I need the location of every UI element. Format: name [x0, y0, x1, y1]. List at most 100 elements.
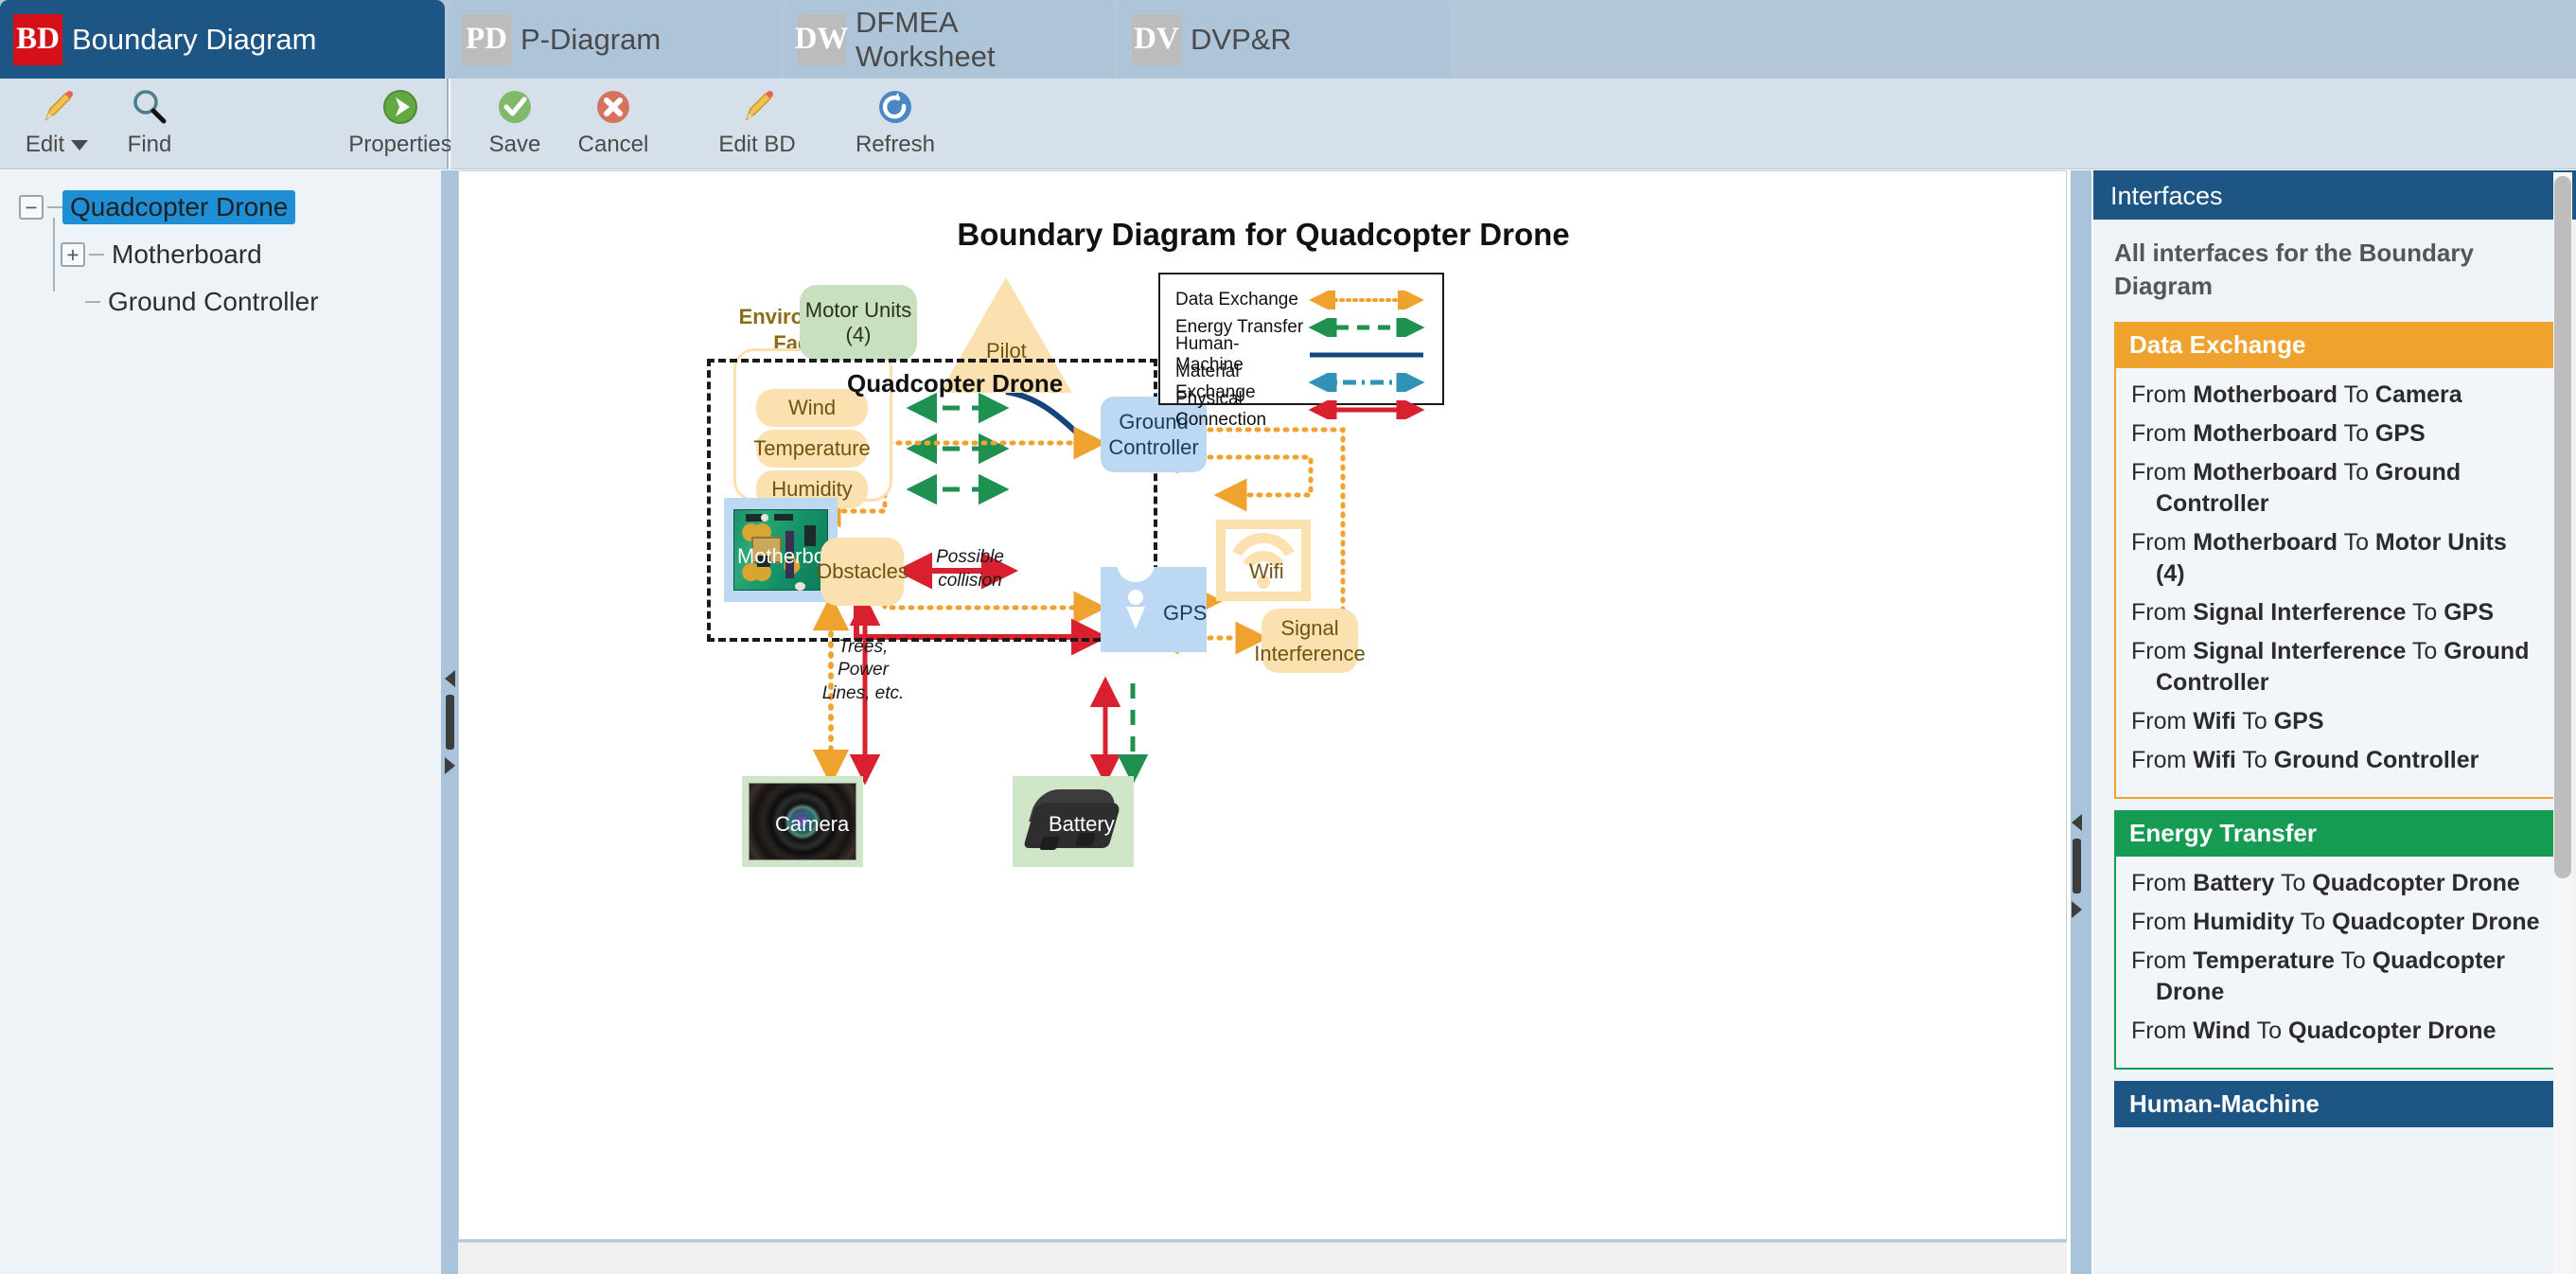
tab-dvp-r[interactable]: DV DVP&R — [1119, 0, 1450, 79]
legend-line-physical-connection — [1306, 395, 1427, 424]
mb-capacitor — [795, 582, 805, 591]
left-panel-splitter[interactable] — [441, 170, 458, 1274]
interface-item[interactable]: From Battery To Quadcopter Drone — [2131, 868, 2540, 899]
tree-connector — [47, 206, 62, 208]
tree-item-ground-controller[interactable]: Ground Controller — [19, 278, 447, 326]
tab-label: DVP&R — [1191, 22, 1292, 56]
collapse-left-icon[interactable] — [444, 670, 455, 687]
splitter-grip[interactable] — [445, 695, 454, 750]
node-wifi[interactable]: Wifi — [1216, 520, 1311, 601]
tree-connector — [89, 254, 104, 256]
node-camera[interactable]: Camera — [742, 776, 863, 867]
refresh-button[interactable]: Refresh — [852, 79, 939, 158]
interface-item[interactable]: From Motherboard To Camera — [2131, 380, 2540, 411]
tree-label-ground-controller[interactable]: Ground Controller — [100, 285, 326, 319]
node-motor-units[interactable]: Motor Units (4) — [800, 285, 917, 361]
interface-item[interactable]: From Wind To Quadcopter Drone — [2131, 1016, 2540, 1047]
edit-button[interactable]: Edit — [13, 79, 100, 158]
toolbar-right: Save Cancel Edit BD Refresh — [450, 79, 2576, 169]
properties-button[interactable]: Properties — [348, 79, 452, 158]
properties-label: Properties — [348, 132, 452, 157]
tab-label: Boundary Diagram — [72, 22, 317, 56]
group-body-energy-transfer: From Battery To Quadcopter Drone From Hu… — [2114, 857, 2557, 1071]
tab-boundary-diagram[interactable]: BD Boundary Diagram — [0, 0, 445, 79]
pencil-icon — [37, 84, 77, 130]
edit-bd-button[interactable]: Edit BD — [714, 79, 801, 158]
obstacles-caption: Trees, Power Lines, etc. — [821, 636, 905, 704]
diagram-legend: Data Exchange Energy Transfer Human-Mach… — [1158, 273, 1444, 430]
legend-line-material-exchange — [1306, 367, 1427, 397]
node-obstacles[interactable]: Obstacles — [816, 538, 909, 606]
tree-expander-collapse-icon[interactable]: − — [19, 195, 44, 220]
group-body-data-exchange: From Motherboard To Camera From Motherbo… — [2114, 368, 2557, 800]
interface-group-energy-transfer: Energy Transfer From Battery To Quadcopt… — [2114, 810, 2557, 1071]
interface-item[interactable]: From Motherboard To Motor Units (4) — [2131, 527, 2540, 590]
tab-label: P-Diagram — [520, 22, 662, 56]
close-circle-icon — [593, 84, 633, 130]
group-title-human-machine: Human-Machine — [2114, 1081, 2557, 1128]
node-battery[interactable]: Battery — [1013, 776, 1134, 867]
legend-label: Data Exchange — [1175, 289, 1298, 310]
interface-item[interactable]: From Wifi To GPS — [2131, 706, 2540, 737]
interfaces-panel: Interfaces All interfaces for the Bounda… — [2093, 170, 2576, 1274]
tab-badge-icon: BD — [13, 13, 62, 65]
interface-item[interactable]: From Motherboard To GPS — [2131, 418, 2540, 450]
interface-item[interactable]: From Humidity To Quadcopter Drone — [2131, 907, 2540, 938]
mb-capacitor — [761, 514, 768, 522]
edit-bd-label: Edit BD — [718, 132, 796, 157]
legend-label: Physical Connection — [1175, 388, 1267, 430]
legend-row: Physical Connection — [1175, 389, 1427, 430]
interface-item[interactable]: From Temperature To Quadcopter Drone — [2131, 946, 2540, 1008]
tab-p-diagram[interactable]: PD P-Diagram — [449, 0, 780, 79]
tab-badge-icon: DW — [795, 13, 848, 65]
boundary-diagram-canvas[interactable]: Boundary Diagram for Quadcopter Drone Wi… — [458, 170, 2067, 1240]
mb-connector — [804, 525, 816, 546]
tree-label-root[interactable]: Quadcopter Drone — [62, 190, 296, 224]
edit-label: Edit — [25, 132, 65, 157]
chevron-down-icon[interactable] — [71, 139, 89, 150]
pencil-icon — [737, 84, 777, 130]
interfaces-scrollbar-thumb[interactable] — [2554, 176, 2571, 878]
play-circle-icon — [380, 84, 420, 130]
tree-item-quadcopter-drone[interactable]: − Quadcopter Drone — [19, 184, 447, 231]
expand-left-icon[interactable] — [2072, 901, 2082, 918]
component-tree-pane: − Quadcopter Drone + Motherboard Ground … — [0, 170, 449, 1274]
interface-item[interactable]: From Signal Interference To Ground Contr… — [2131, 636, 2540, 699]
diagram-canvas-wrap: Boundary Diagram for Quadcopter Drone Wi… — [458, 170, 2067, 1274]
cancel-button[interactable]: Cancel — [570, 79, 657, 158]
node-gps-label: GPS — [1163, 601, 1208, 625]
check-circle-icon — [495, 84, 535, 130]
mb-connector — [774, 514, 793, 521]
group-title-energy-transfer: Energy Transfer — [2114, 810, 2557, 858]
node-camera-label: Camera — [775, 812, 850, 836]
interfaces-panel-title: Interfaces — [2093, 170, 2576, 220]
tree-expander-expand-icon[interactable]: + — [61, 242, 85, 267]
interface-item[interactable]: From Signal Interference To GPS — [2131, 597, 2540, 628]
find-button[interactable]: Find — [106, 79, 193, 158]
interfaces-panel-subtitle: All interfaces for the Boundary Diagram — [2114, 239, 2474, 301]
node-battery-label: Battery — [1049, 812, 1115, 836]
legend-row: Data Exchange — [1175, 286, 1427, 313]
tab-badge-icon: DV — [1132, 13, 1181, 65]
right-panel-splitter[interactable] — [2071, 170, 2091, 1274]
interface-item[interactable]: From Motherboard To Ground Controller — [2131, 457, 2540, 520]
toolbar-left: Edit Find Properties — [0, 79, 452, 169]
search-icon — [130, 84, 169, 130]
expand-right-icon[interactable] — [444, 757, 455, 774]
tree-item-motherboard[interactable]: + Motherboard — [19, 231, 447, 278]
canvas-horizontal-scrollbar[interactable] — [458, 1242, 2067, 1274]
tree-connector — [85, 301, 100, 303]
tree-label-motherboard[interactable]: Motherboard — [104, 238, 270, 272]
refresh-label: Refresh — [855, 132, 936, 157]
tab-badge-icon: PD — [462, 13, 511, 65]
refresh-icon — [875, 84, 915, 130]
collapse-right-icon[interactable] — [2072, 814, 2082, 831]
tab-dfmea-worksheet[interactable]: DW DFMEA Worksheet — [784, 0, 1115, 79]
tab-bar: BD Boundary Diagram PD P-Diagram DW DFMEA Wor… — [0, 0, 2576, 79]
node-signal-interference[interactable]: Signal Interference — [1254, 609, 1366, 673]
interface-item[interactable]: From Wifi To Ground Controller — [2131, 745, 2540, 776]
node-gps[interactable]: GPS — [1101, 567, 1207, 652]
save-button[interactable]: Save — [471, 79, 558, 158]
splitter-grip[interactable] — [2073, 839, 2081, 894]
drone-boundary-label: Quadcopter Drone — [847, 369, 1064, 398]
